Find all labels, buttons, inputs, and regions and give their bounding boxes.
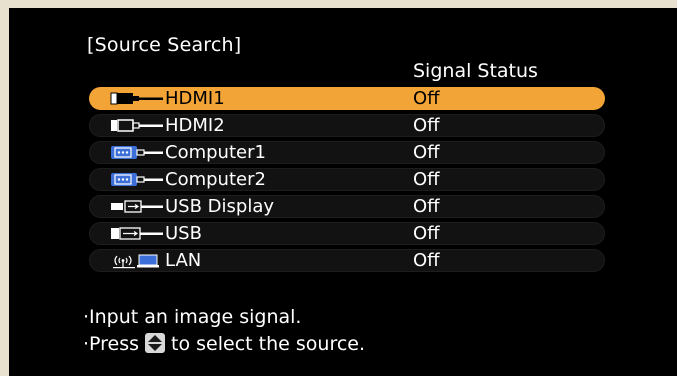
vga-computer-icon (111, 173, 163, 186)
source-row-lan[interactable]: LAN Off (89, 249, 605, 272)
source-row-usb-display[interactable]: USB Display Off (89, 195, 605, 218)
signal-status: Off (413, 115, 440, 136)
source-search-panel: [Source Search] Signal Status HDMI1 Off … (9, 8, 677, 376)
vga-computer-icon (111, 146, 163, 159)
help-select-label: to select the source. (171, 333, 366, 355)
signal-status: Off (413, 88, 440, 109)
help-line-input: ·Input an image signal. (83, 306, 302, 328)
lan-wireless-icon (113, 254, 159, 269)
panel-title: [Source Search] (87, 34, 242, 56)
source-name: USB (165, 223, 202, 244)
source-row-hdmi1[interactable]: HDMI1 Off (89, 87, 605, 110)
usb-icon (111, 227, 163, 240)
signal-status: Off (413, 142, 440, 163)
signal-status: Off (413, 169, 440, 190)
source-name: Computer2 (165, 169, 266, 190)
signal-status: Off (413, 250, 440, 271)
source-row-computer1[interactable]: Computer1 Off (89, 141, 605, 164)
source-name: USB Display (165, 196, 275, 217)
help-press-label: ·Press (83, 333, 140, 355)
source-row-usb[interactable]: USB Off (89, 222, 605, 245)
signal-status-header: Signal Status (413, 60, 538, 82)
hdmi-icon (110, 92, 163, 105)
up-down-arrows-icon (145, 333, 166, 353)
help-text: ·Input an image signal. ·Press to select… (83, 304, 365, 358)
source-name: Computer1 (165, 142, 266, 163)
source-name: HDMI2 (165, 115, 225, 136)
source-row-computer2[interactable]: Computer2 Off (89, 168, 605, 191)
usb-display-icon (111, 200, 163, 213)
hdmi-icon (111, 119, 163, 132)
source-name: HDMI1 (165, 88, 225, 109)
source-list: HDMI1 Off HDMI2 Off Computer1 Off Comput… (89, 87, 605, 276)
signal-status: Off (413, 196, 440, 217)
source-row-hdmi2[interactable]: HDMI2 Off (89, 114, 605, 137)
help-line-press: ·Press to select the source. (83, 331, 365, 358)
signal-status: Off (413, 223, 440, 244)
source-name: LAN (165, 250, 202, 271)
